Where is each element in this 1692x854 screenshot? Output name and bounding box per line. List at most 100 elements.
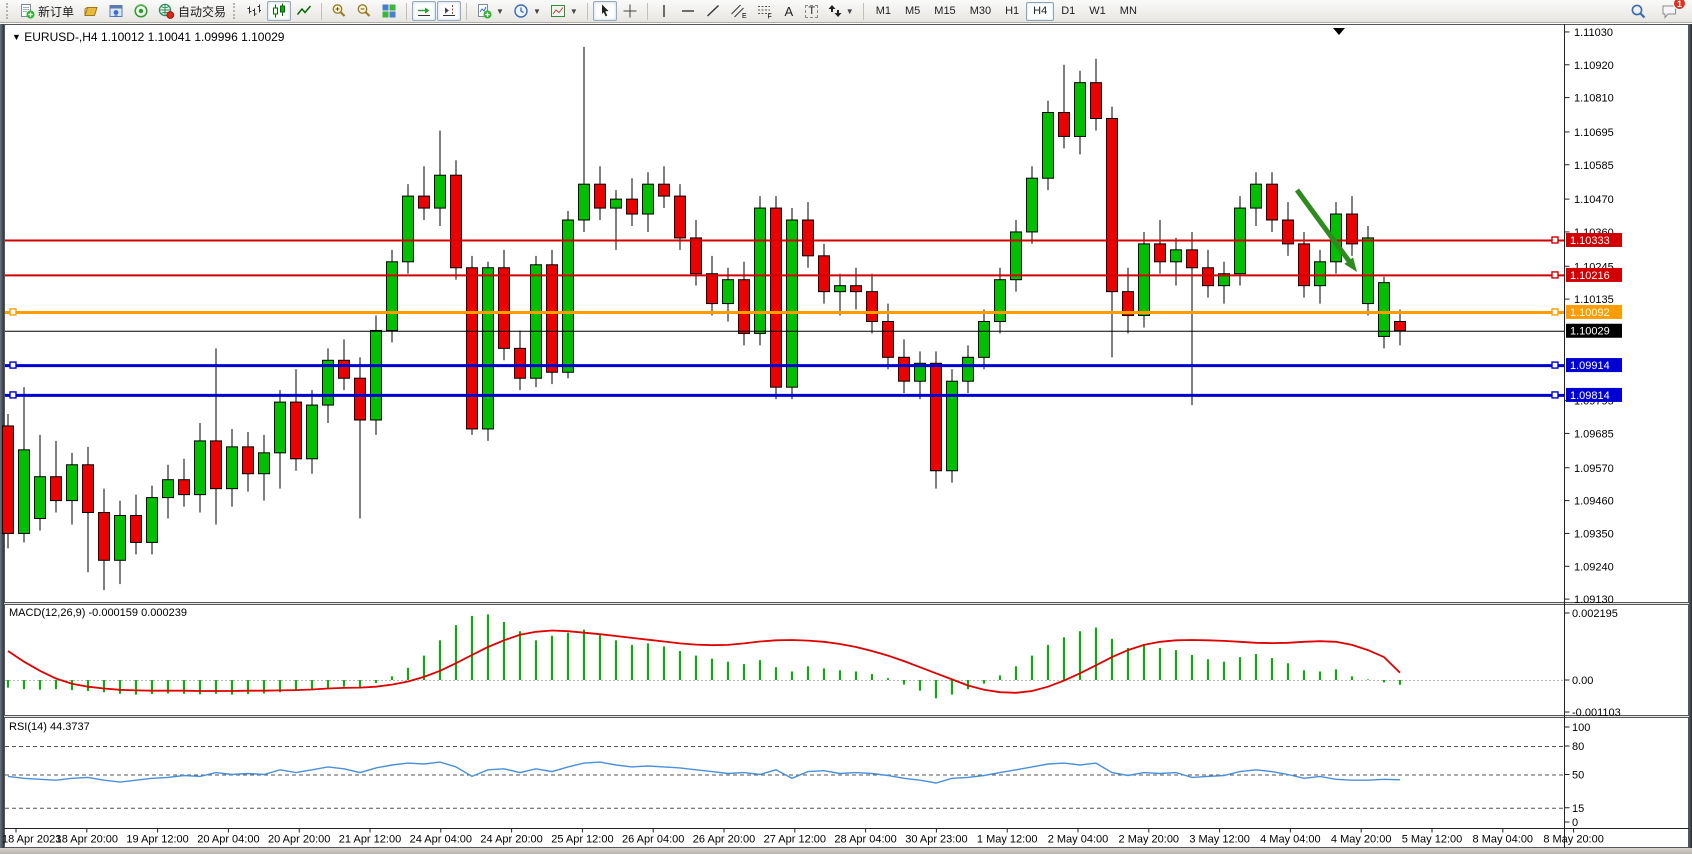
- rsi-params: RSI(14): [9, 721, 47, 733]
- line-anchor-handle[interactable]: [10, 392, 16, 398]
- candle-body: [787, 220, 798, 387]
- templates-button[interactable]: ▼: [546, 1, 582, 21]
- toolbar-grip[interactable]: [233, 3, 238, 19]
- data-window-button[interactable]: [129, 1, 153, 21]
- time-label: 8 May 04:00: [1473, 834, 1534, 846]
- timeframe-h4[interactable]: H4: [1026, 2, 1054, 21]
- new-order-button[interactable]: 新订单: [15, 1, 78, 21]
- time-label: 30 Apr 23:00: [905, 834, 967, 846]
- line-anchor-handle[interactable]: [1552, 362, 1558, 368]
- zoom-in-icon: [331, 3, 347, 19]
- price-tick-label: 1.10810: [1574, 93, 1614, 105]
- candle-body: [1107, 119, 1118, 292]
- time-label: 21 Apr 12:00: [339, 834, 401, 846]
- timeframe-w1[interactable]: W1: [1082, 2, 1113, 21]
- chevron-down-icon: ▼: [496, 7, 504, 16]
- rsi-tick-label: 80: [1572, 741, 1584, 753]
- chart-title: ▼ EURUSD-,H4 1.10012 1.10041 1.09996 1.1…: [12, 30, 284, 44]
- vertical-line-tool-button[interactable]: [653, 1, 675, 21]
- candle-body: [67, 465, 78, 501]
- timeframe-d1[interactable]: D1: [1054, 2, 1082, 21]
- timeframe-m15[interactable]: M15: [927, 2, 962, 21]
- arrows-tool-button[interactable]: ▼: [824, 1, 858, 21]
- price-tick-label: 1.11030: [1574, 27, 1613, 39]
- candle-body: [739, 280, 750, 334]
- candle-body: [307, 405, 318, 459]
- chart-shift-button[interactable]: [437, 1, 461, 21]
- indicators-button[interactable]: ▼: [472, 1, 508, 21]
- timeframe-m30[interactable]: M30: [963, 2, 998, 21]
- zoom-out-button[interactable]: [352, 1, 376, 21]
- indicators-icon: [476, 3, 492, 19]
- crosshair-tool-button[interactable]: [618, 1, 642, 21]
- rsi-plot-area[interactable]: [5, 718, 1564, 828]
- svg-text:E: E: [742, 13, 747, 19]
- macd-indicator-label: MACD(12,26,9) -0.000159 0.000239: [9, 607, 187, 619]
- candle-body: [35, 477, 46, 519]
- equidistant-channel-icon: E: [730, 3, 747, 19]
- time-label: 18 Apr 2023: [2, 834, 61, 846]
- label-tool-label: T: [805, 5, 818, 18]
- zoom-out-icon: [356, 3, 372, 19]
- notifications-button[interactable]: 1: [1657, 1, 1682, 21]
- chart-title-dropdown-icon[interactable]: ▼: [12, 32, 21, 42]
- timeframe-m1[interactable]: M1: [869, 2, 898, 21]
- candle-body: [339, 360, 350, 378]
- timeframe-h1[interactable]: H1: [998, 2, 1026, 21]
- candle-body: [1075, 83, 1086, 137]
- candle-body: [1059, 113, 1070, 137]
- macd-plot-area[interactable]: [5, 605, 1564, 715]
- bars-chart-button[interactable]: [242, 1, 266, 21]
- periods-button[interactable]: ▼: [509, 1, 545, 21]
- line-anchor-handle[interactable]: [1552, 392, 1558, 398]
- price-badge-label: 1.10092: [1570, 307, 1610, 319]
- auto-scroll-button[interactable]: [412, 1, 436, 21]
- candle-body: [419, 196, 430, 208]
- chart-canvas[interactable]: 1.110301.109201.108101.106951.105851.104…: [0, 24, 1692, 848]
- chevron-down-icon: ▼: [570, 7, 578, 16]
- text-label-tool-button[interactable]: T: [801, 1, 823, 21]
- line-anchor-handle[interactable]: [1552, 237, 1558, 243]
- candle-body: [547, 265, 558, 372]
- line-anchor-handle[interactable]: [10, 309, 16, 315]
- auto-trading-button[interactable]: 自动交易: [154, 1, 230, 21]
- line-anchor-handle[interactable]: [10, 362, 16, 368]
- market-watch-button[interactable]: [104, 1, 128, 21]
- candles-chart-button[interactable]: [267, 1, 291, 21]
- candle-body: [19, 450, 30, 534]
- timeframe-mn[interactable]: MN: [1113, 2, 1144, 21]
- cursor-icon: [597, 3, 613, 19]
- template-icon: [550, 3, 566, 19]
- line-chart-button[interactable]: [292, 1, 316, 21]
- candle-body: [707, 274, 718, 304]
- zoom-in-button[interactable]: [327, 1, 351, 21]
- macd-params: MACD(12,26,9): [9, 607, 85, 619]
- fibonacci-tool-button[interactable]: F: [752, 1, 777, 21]
- profiles-button[interactable]: [79, 1, 103, 21]
- candle-body: [451, 175, 462, 268]
- line-chart-icon: [296, 3, 312, 19]
- text-tool-button[interactable]: A: [778, 1, 800, 21]
- candle-body: [371, 330, 382, 420]
- line-anchor-handle[interactable]: [1552, 272, 1558, 278]
- timeframe-m5[interactable]: M5: [898, 2, 927, 21]
- cursor-tool-button[interactable]: [593, 1, 617, 21]
- tile-windows-button[interactable]: [377, 1, 401, 21]
- candle-body: [1299, 244, 1310, 286]
- candle-body: [227, 447, 238, 489]
- channel-tool-button[interactable]: E: [726, 1, 751, 21]
- search-button[interactable]: [1626, 1, 1651, 21]
- candle-body: [1347, 214, 1358, 244]
- candle-body: [835, 286, 846, 292]
- toolbar-grip[interactable]: [6, 3, 11, 19]
- horizontal-line-tool-button[interactable]: [676, 1, 700, 21]
- window-edge-bottom: [0, 848, 1692, 854]
- candle-body: [819, 256, 830, 292]
- time-label: 18 Apr 20:00: [56, 834, 118, 846]
- rsi-value: 44.3737: [50, 721, 90, 733]
- auto-scroll-icon: [416, 3, 432, 19]
- line-anchor-handle[interactable]: [1552, 309, 1558, 315]
- trendline-tool-button[interactable]: [701, 1, 725, 21]
- candle-body: [883, 321, 894, 357]
- search-icon: [1630, 3, 1647, 20]
